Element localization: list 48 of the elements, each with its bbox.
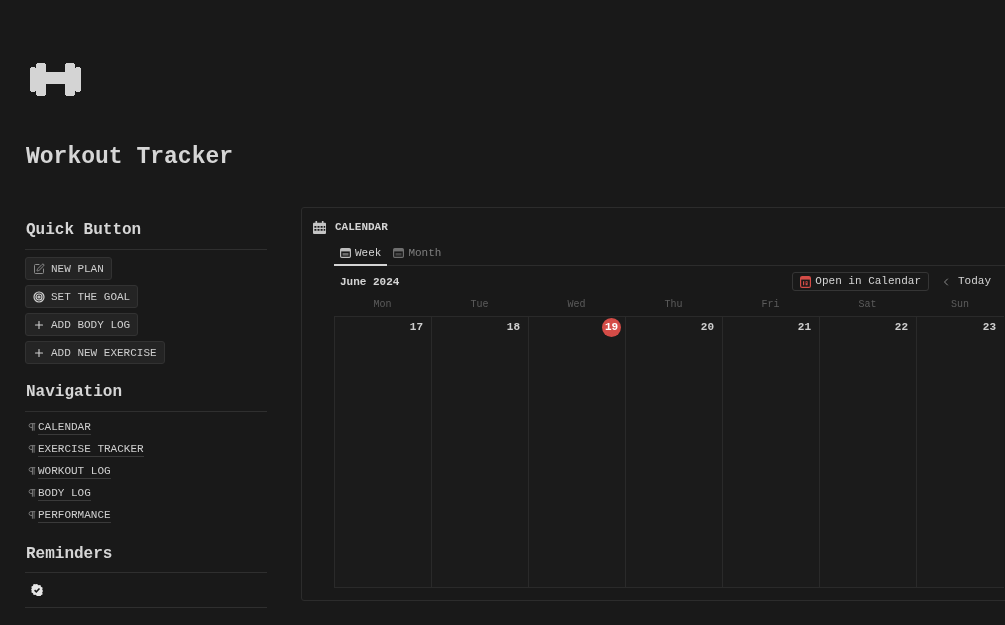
calendar-icon bbox=[800, 275, 812, 288]
nav-link[interactable]: EXERCISE TRACKER bbox=[38, 441, 144, 457]
calendar-icon bbox=[393, 248, 405, 258]
today-button[interactable]: Today bbox=[956, 272, 993, 291]
day-number: 17 bbox=[409, 320, 423, 335]
day-number: 21 bbox=[797, 320, 811, 335]
quick-action-button[interactable]: SET THE GOAL bbox=[25, 285, 139, 308]
quick-action-button[interactable]: ADD BODY LOG bbox=[25, 313, 139, 336]
calendar-icon bbox=[313, 220, 326, 234]
weekday-label: Tue bbox=[470, 299, 489, 311]
day-number: 23 bbox=[982, 320, 996, 335]
weekday-label: Wed bbox=[567, 299, 586, 311]
view-tab[interactable]: Month bbox=[387, 242, 448, 266]
target-icon bbox=[33, 290, 45, 303]
day-number: 19 bbox=[602, 318, 621, 337]
weekday-label: Sun bbox=[951, 299, 969, 311]
open-calendar-button[interactable]: Open in Calendar bbox=[792, 272, 929, 291]
month-label: June 2024 bbox=[339, 274, 400, 289]
dumbbell-icon bbox=[30, 63, 81, 96]
nav-link[interactable]: WORKOUT LOG bbox=[38, 463, 111, 479]
weekday-label: Sat bbox=[858, 299, 877, 311]
view-tab[interactable]: Week bbox=[334, 242, 388, 266]
nav-link[interactable]: BODY LOG bbox=[38, 485, 91, 501]
page-title: Workout Tracker bbox=[25, 143, 234, 171]
calendar-title: CALENDAR bbox=[335, 220, 388, 234]
day-number: 18 bbox=[506, 320, 520, 335]
pilcrow-icon bbox=[27, 466, 37, 476]
edit-icon bbox=[33, 262, 45, 275]
calendar-icon bbox=[340, 248, 351, 258]
pilcrow-icon bbox=[27, 488, 37, 498]
section-heading: Quick Button bbox=[25, 220, 142, 240]
badge-check-icon bbox=[31, 584, 43, 596]
quick-action-button[interactable]: ADD NEW EXERCISE bbox=[25, 341, 165, 364]
plus-icon bbox=[33, 346, 45, 359]
nav-link[interactable]: PERFORMANCE bbox=[38, 507, 111, 523]
weekday-label: Fri bbox=[761, 299, 780, 311]
pilcrow-icon bbox=[27, 510, 37, 520]
section-heading: Reminders bbox=[25, 544, 113, 564]
weekday-label: Thu bbox=[664, 299, 683, 311]
day-number: 22 bbox=[894, 320, 908, 335]
pilcrow-icon bbox=[27, 444, 37, 454]
weekday-label: Mon bbox=[373, 299, 392, 311]
day-number: 20 bbox=[700, 320, 714, 335]
plus-icon bbox=[33, 318, 45, 331]
quick-action-button[interactable]: NEW PLAN bbox=[25, 257, 112, 280]
pilcrow-icon bbox=[27, 422, 37, 432]
nav-link[interactable]: CALENDAR bbox=[38, 419, 91, 435]
section-heading: Navigation bbox=[25, 382, 122, 402]
